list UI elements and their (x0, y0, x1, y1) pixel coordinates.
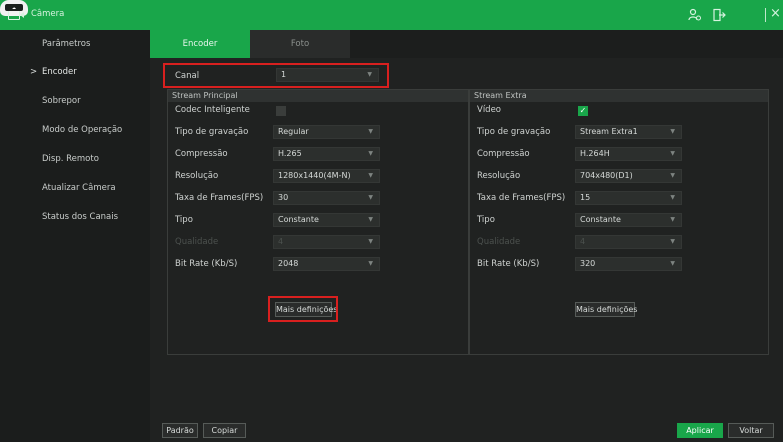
chevron-down-icon: ▼ (670, 172, 675, 179)
sidebar-item-modo-de-operacao[interactable]: Modo de Operação (0, 116, 150, 144)
tipo-gravacao-label: Tipo de gravação (175, 127, 249, 137)
resolucao-select[interactable]: 1280x1440(4M-N) ▼ (273, 169, 380, 183)
main-content: Encoder Foto Canal 1 ▼ Stream Principal … (150, 30, 783, 442)
extra-bit-rate-select[interactable]: 320 ▼ (575, 257, 682, 271)
default-button[interactable]: Padrão (162, 423, 198, 438)
resolucao-label: Resolução (175, 171, 219, 181)
extra-qualidade-label: Qualidade (477, 237, 521, 247)
qualidade-select: 4 ▼ (273, 235, 380, 249)
extra-tipo-select[interactable]: Constante ▼ (575, 213, 682, 227)
sidebar-item-label: Parâmetros (42, 39, 91, 49)
chevron-down-icon: ▼ (368, 150, 373, 157)
chevron-down-icon: ▼ (368, 260, 373, 267)
sidebar-item-parametros[interactable]: Parâmetros (0, 30, 150, 58)
chevron-down-icon: ▼ (368, 172, 373, 179)
compressao-label: Compressão (175, 149, 228, 159)
qualidade-label: Qualidade (175, 237, 219, 247)
extra-tipo-gravacao-value: Stream Extra1 (580, 127, 638, 136)
sidebar-item-label: Encoder (42, 67, 77, 77)
extra-tipo-gravacao-select[interactable]: Stream Extra1 ▼ (575, 125, 682, 139)
extra-qualidade-value: 4 (580, 237, 586, 246)
sidebar-item-atualizar-camera[interactable]: Atualizar Câmera (0, 174, 150, 202)
compressao-select[interactable]: H.265 ▼ (273, 147, 380, 161)
extra-tipo-label: Tipo (477, 215, 495, 225)
extra-tipo-gravacao-label: Tipo de gravação (477, 127, 551, 137)
taxa-frames-select[interactable]: 30 ▼ (273, 191, 380, 205)
compressao-value: H.265 (278, 149, 302, 158)
extra-bit-rate-value: 320 (580, 259, 596, 268)
codec-inteligente-checkbox[interactable] (276, 106, 286, 116)
chevron-right-icon: > (30, 67, 38, 77)
sidebar-item-sobrepor[interactable]: Sobrepor (0, 87, 150, 115)
taxa-frames-label: Taxa de Frames(FPS) (175, 193, 264, 203)
extra-compressao-select[interactable]: H.264H ▼ (575, 147, 682, 161)
extra-resolucao-value: 704x480(D1) (580, 171, 633, 180)
close-icon[interactable]: × (770, 6, 781, 21)
video-checkbox[interactable]: ✓ (578, 106, 588, 116)
taxa-frames-value: 30 (278, 193, 289, 202)
chevron-down-icon: ▼ (670, 216, 675, 223)
tab-encoder[interactable]: Encoder (150, 30, 250, 58)
title-bar: Câmera ☁ × (0, 0, 783, 30)
copy-button[interactable]: Copiar (203, 423, 246, 438)
tipo-value: Constante (278, 215, 319, 224)
extra-compressao-label: Compressão (477, 149, 530, 159)
main-stream-title: Stream Principal (168, 90, 468, 102)
chevron-down-icon: ▼ (368, 194, 373, 201)
chevron-down-icon: ▼ (670, 238, 675, 245)
users-icon[interactable] (688, 8, 702, 22)
bit-rate-label: Bit Rate (Kb/S) (175, 259, 238, 269)
bit-rate-select[interactable]: 2048 ▼ (273, 257, 380, 271)
video-label: Vídeo (477, 105, 502, 115)
chevron-down-icon: ▼ (670, 260, 675, 267)
codec-inteligente-label: Codec Inteligente (175, 105, 250, 115)
chevron-down-icon: ▼ (368, 216, 373, 223)
chevron-down-icon: ▼ (670, 150, 675, 157)
extra-resolucao-select[interactable]: 704x480(D1) ▼ (575, 169, 682, 183)
extra-taxa-frames-label: Taxa de Frames(FPS) (477, 193, 566, 203)
sidebar-item-label: Atualizar Câmera (42, 183, 116, 193)
sidebar-item-label: Status dos Canais (42, 212, 119, 222)
window-title: Câmera (31, 9, 65, 19)
back-button[interactable]: Voltar (728, 423, 774, 438)
tab-bar: Encoder Foto (150, 30, 783, 58)
titlebar-divider (765, 8, 766, 22)
extra-tipo-value: Constante (580, 215, 621, 224)
sidebar-item-label: Disp. Remoto (42, 154, 99, 164)
tipo-gravacao-select[interactable]: Regular ▼ (273, 125, 380, 139)
tab-foto[interactable]: Foto (250, 30, 350, 58)
extra-qualidade-select: 4 ▼ (575, 235, 682, 249)
extra-taxa-frames-value: 15 (580, 193, 591, 202)
bit-rate-value: 2048 (278, 259, 299, 268)
logout-icon[interactable] (712, 8, 726, 22)
channel-highlight (163, 63, 389, 88)
tipo-select[interactable]: Constante ▼ (273, 213, 380, 227)
qualidade-value: 4 (278, 237, 284, 246)
sidebar-item-disp-remoto[interactable]: Disp. Remoto (0, 145, 150, 173)
sidebar-item-status-dos-canais[interactable]: Status dos Canais (0, 203, 150, 231)
more-settings-highlight (268, 296, 338, 322)
extra-taxa-frames-select[interactable]: 15 ▼ (575, 191, 682, 205)
tipo-label: Tipo (175, 215, 193, 225)
extra-resolucao-label: Resolução (477, 171, 521, 181)
extra-bit-rate-label: Bit Rate (Kb/S) (477, 259, 540, 269)
extra-compressao-value: H.264H (580, 149, 610, 158)
chevron-down-icon: ▼ (368, 238, 373, 245)
sidebar-item-label: Sobrepor (42, 96, 81, 106)
sidebar-item-encoder[interactable]: > Encoder (0, 58, 150, 86)
chevron-down-icon: ▼ (670, 194, 675, 201)
extra-more-settings-button[interactable]: Mais definições (575, 302, 637, 317)
resolucao-value: 1280x1440(4M-N) (278, 171, 351, 180)
sidebar: Parâmetros > Encoder Sobrepor Modo de Op… (0, 30, 150, 442)
tipo-gravacao-value: Regular (278, 127, 309, 136)
chevron-down-icon: ▼ (368, 128, 373, 135)
apply-button[interactable]: Aplicar (677, 423, 723, 438)
extra-stream-title: Stream Extra (470, 90, 768, 102)
chevron-down-icon: ▼ (670, 128, 675, 135)
sidebar-item-label: Modo de Operação (42, 125, 123, 135)
